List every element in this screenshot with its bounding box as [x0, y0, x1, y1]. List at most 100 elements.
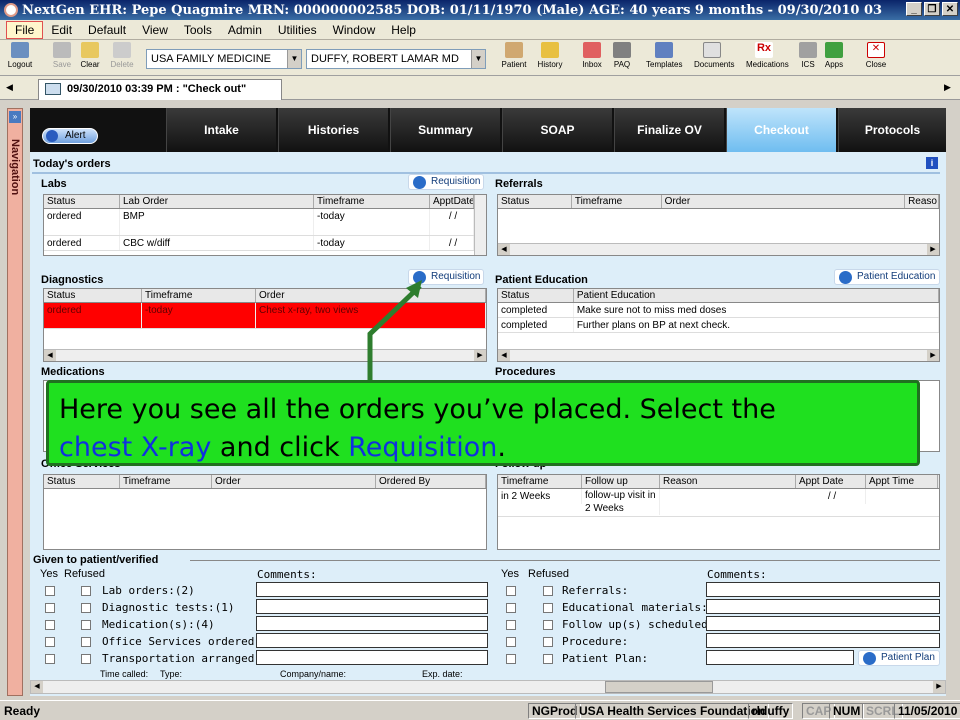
paq-button[interactable]: PAQ [604, 42, 640, 69]
refused-checkbox[interactable] [81, 637, 91, 647]
referrals-comment[interactable] [706, 582, 940, 597]
refused-checkbox[interactable] [543, 620, 553, 630]
info-icon[interactable]: i [926, 157, 938, 169]
documents-button[interactable]: Documents [694, 42, 734, 69]
refused-checkbox[interactable] [81, 654, 91, 664]
follow-ups-comment[interactable] [706, 616, 940, 631]
patient-plan-comment[interactable] [706, 650, 854, 665]
logout-button[interactable]: Logout [2, 42, 38, 69]
horizontal-scrollbar[interactable]: ◀ ▶ [498, 349, 939, 361]
yes-checkbox[interactable] [45, 603, 55, 613]
yes-checkbox[interactable] [45, 620, 55, 630]
alert-button[interactable]: Alert [42, 128, 98, 144]
menu-view[interactable]: View [134, 22, 176, 38]
close-button[interactable]: ✕ Close [858, 42, 894, 69]
navigation-panel[interactable]: » Navigation [7, 108, 23, 696]
scrollbar-thumb[interactable] [605, 681, 713, 693]
table-cell: -today [314, 236, 430, 250]
refused-checkbox[interactable] [81, 603, 91, 613]
plan-icon [863, 652, 876, 665]
practice-value: USA FAMILY MEDICINE [151, 53, 272, 65]
office-services-comment[interactable] [256, 633, 488, 648]
procedure-comment[interactable] [706, 633, 940, 648]
menu-utilities[interactable]: Utilities [270, 22, 325, 38]
medications-button[interactable]: Rx Medications [746, 42, 789, 69]
tab-intake[interactable]: Intake [166, 108, 276, 152]
scroll-left-icon[interactable]: ◀ [498, 350, 510, 361]
main-horizontal-scrollbar[interactable]: ◀ ▶ [30, 680, 946, 694]
yes-checkbox[interactable] [506, 637, 516, 647]
tab-protocols[interactable]: Protocols [838, 108, 946, 152]
scroll-left-icon[interactable]: ◀ [498, 244, 510, 255]
refused-checkbox[interactable] [81, 586, 91, 596]
menu-tools[interactable]: Tools [176, 22, 220, 38]
scroll-right-icon[interactable]: ▶ [927, 350, 939, 361]
patient-education-grid[interactable]: Status Patient Education completed Make … [497, 288, 940, 362]
expand-icon[interactable]: » [9, 111, 21, 123]
yes-checkbox[interactable] [45, 654, 55, 664]
scroll-left-icon[interactable]: ◀ [44, 350, 56, 361]
tab-checkout[interactable]: Checkout [726, 108, 836, 152]
restore-button[interactable]: ❐ [924, 2, 940, 16]
yes-checkbox[interactable] [45, 637, 55, 647]
refused-checkbox[interactable] [81, 620, 91, 630]
scroll-right-icon[interactable]: ▶ [474, 350, 486, 361]
patient-button[interactable]: Patient [496, 42, 532, 69]
refused-checkbox[interactable] [543, 654, 553, 664]
templates-button[interactable]: Templates [646, 42, 682, 69]
refused-checkbox[interactable] [543, 603, 553, 613]
menu-default[interactable]: Default [80, 22, 134, 38]
tab-histories[interactable]: Histories [278, 108, 388, 152]
referrals-grid[interactable]: Status Timeframe Order Reaso ◀ ▶ [497, 194, 940, 256]
scroll-right-icon[interactable]: ▶ [944, 82, 951, 93]
office-services-grid[interactable]: Status Timeframe Order Ordered By [43, 474, 487, 550]
table-row[interactable]: in 2 Weeks follow-up visit in 2 Weeks / … [498, 489, 939, 517]
diagnostic-tests-comment[interactable] [256, 599, 488, 614]
close-window-button[interactable]: ✕ [942, 2, 958, 16]
table-row[interactable]: ordered BMP -today / / [44, 209, 486, 236]
labs-grid[interactable]: Status Lab Order Timeframe ApptDate orde… [43, 194, 487, 256]
yes-checkbox[interactable] [506, 620, 516, 630]
menu-window[interactable]: Window [325, 22, 384, 38]
scroll-left-icon[interactable]: ◀ [31, 681, 43, 693]
vertical-scrollbar[interactable] [474, 195, 486, 255]
delete-button[interactable]: Delete [104, 42, 140, 69]
tab-finalize-ov[interactable]: Finalize OV [614, 108, 724, 152]
educational-materials-comment[interactable] [706, 599, 940, 614]
tab-soap[interactable]: SOAP [502, 108, 612, 152]
scroll-right-icon[interactable]: ▶ [927, 244, 939, 255]
yes-checkbox[interactable] [45, 586, 55, 596]
history-button[interactable]: History [532, 42, 568, 69]
menu-file[interactable]: File [6, 20, 44, 39]
document-icon [45, 83, 61, 95]
scroll-right-icon[interactable]: ▶ [933, 681, 945, 693]
patient-education-button[interactable]: Patient Education [834, 269, 940, 285]
yes-checkbox[interactable] [506, 586, 516, 596]
table-row[interactable]: completed Make sure not to miss med dose… [498, 303, 939, 318]
medications-comment[interactable] [256, 616, 488, 631]
refused-checkbox[interactable] [543, 637, 553, 647]
document-tab[interactable]: 09/30/2010 03:39 PM : "Check out" [38, 79, 282, 100]
patient-plan-button[interactable]: Patient Plan [858, 650, 940, 666]
menu-admin[interactable]: Admin [220, 22, 270, 38]
yes-checkbox[interactable] [506, 603, 516, 613]
tab-summary[interactable]: Summary [390, 108, 500, 152]
practice-select[interactable]: USA FAMILY MEDICINE ▼ [146, 49, 302, 69]
table-row[interactable]: ordered CBC w/diff -today / / [44, 236, 486, 251]
column-header: Status [498, 289, 574, 302]
minimize-button[interactable]: _ [906, 2, 922, 16]
scroll-left-icon[interactable]: ◀ [6, 82, 13, 93]
apps-button[interactable]: Apps [816, 42, 852, 69]
provider-select[interactable]: DUFFY, ROBERT LAMAR MD ▼ [306, 49, 486, 69]
horizontal-scrollbar[interactable]: ◀ ▶ [498, 243, 939, 255]
menu-help[interactable]: Help [383, 22, 424, 38]
yes-checkbox[interactable] [506, 654, 516, 664]
table-row[interactable]: completed Further plans on BP at next ch… [498, 318, 939, 333]
menu-edit[interactable]: Edit [43, 22, 80, 38]
refused-checkbox[interactable] [543, 586, 553, 596]
labs-requisition-button[interactable]: Requisition [408, 174, 484, 190]
lab-orders-comment[interactable] [256, 582, 488, 597]
follow-up-grid[interactable]: Timeframe Follow up Reason Appt Date App… [497, 474, 940, 550]
clear-button[interactable]: Clear [72, 42, 108, 69]
transportation-comment[interactable] [256, 650, 488, 665]
